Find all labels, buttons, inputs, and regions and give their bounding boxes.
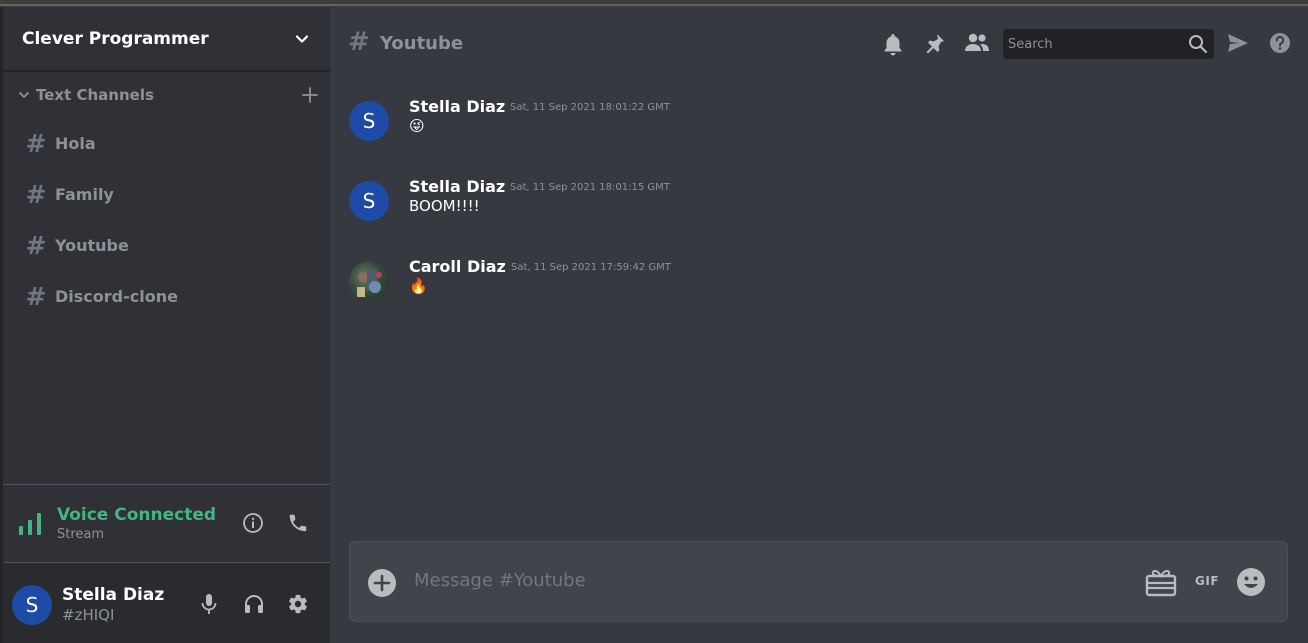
hashtag-icon: # xyxy=(25,179,47,209)
avatar[interactable]: S xyxy=(349,101,389,141)
avatar[interactable]: S xyxy=(349,181,389,221)
channel-item-youtube[interactable]: # Youtube xyxy=(25,230,129,260)
emoji-icon[interactable] xyxy=(1236,567,1266,597)
channel-item-discord-clone[interactable]: # Discord-clone xyxy=(25,281,178,311)
info-icon[interactable] xyxy=(242,512,264,534)
avatar-image xyxy=(357,269,382,297)
text-channels-header[interactable]: Text Channels xyxy=(18,82,318,108)
message-item: S Stella Diaz Sat, 11 Sep 2021 18:01:15 … xyxy=(349,177,1249,225)
avatar[interactable]: S xyxy=(12,585,52,625)
message-input[interactable] xyxy=(414,570,1114,591)
phone-icon[interactable] xyxy=(287,512,309,534)
hashtag-icon: # xyxy=(25,230,47,260)
chat-area: # Youtube Search S Stella Diaz Sat, 11 S… xyxy=(330,7,1308,643)
gear-icon[interactable] xyxy=(287,593,309,615)
message-text: BOOM!!!! xyxy=(409,197,480,215)
user-name: Stella Diaz xyxy=(62,585,165,605)
message-item: Caroll Diaz Sat, 11 Sep 2021 17:59:42 GM… xyxy=(349,257,1249,305)
server-name: Clever Programmer xyxy=(22,28,209,49)
server-header[interactable]: Clever Programmer xyxy=(3,7,330,72)
headphones-icon[interactable] xyxy=(243,593,265,615)
members-icon[interactable] xyxy=(964,32,990,54)
message-timestamp: Sat, 11 Sep 2021 17:59:42 GMT xyxy=(511,262,671,273)
voice-connected-label: Voice Connected xyxy=(57,505,217,525)
channel-title: Youtube xyxy=(380,33,464,54)
gift-icon[interactable] xyxy=(1145,567,1177,597)
channel-label: Family xyxy=(55,184,114,204)
chevron-down-icon[interactable] xyxy=(294,31,310,47)
message-timestamp: Sat, 11 Sep 2021 18:01:15 GMT xyxy=(510,182,670,193)
send-icon[interactable] xyxy=(1227,32,1249,54)
voice-channel-label: Stream xyxy=(57,527,105,542)
gif-button[interactable]: GIF xyxy=(1195,574,1219,588)
channel-item-family[interactable]: # Family xyxy=(25,179,114,209)
message-author[interactable]: Stella Diaz xyxy=(409,177,505,196)
message-text: 🔥 xyxy=(409,277,428,295)
hashtag-icon: # xyxy=(25,281,47,311)
add-attachment-icon[interactable] xyxy=(367,568,397,598)
channel-sidebar: Clever Programmer Text Channels # Hola #… xyxy=(0,7,330,643)
user-tag: #zHIQI xyxy=(62,606,115,624)
search-icon[interactable] xyxy=(1188,34,1208,54)
hashtag-icon: # xyxy=(348,27,370,57)
chevron-down-icon[interactable] xyxy=(18,89,30,101)
user-panel: S Stella Diaz #zHIQI xyxy=(3,562,330,643)
avatar-photo[interactable] xyxy=(349,261,389,301)
hashtag-icon: # xyxy=(25,128,47,158)
text-channels-title: Text Channels xyxy=(36,86,154,104)
window-top-edge xyxy=(0,0,1308,7)
bell-icon[interactable] xyxy=(882,32,904,56)
search-input[interactable] xyxy=(1008,36,1178,52)
channel-label: Discord-clone xyxy=(55,286,178,306)
signal-bars-icon xyxy=(19,513,41,535)
channel-item-hola[interactable]: # Hola xyxy=(25,128,96,158)
search-box[interactable] xyxy=(1003,29,1214,59)
voice-status-panel: Voice Connected Stream xyxy=(3,484,330,562)
message-timestamp: Sat, 11 Sep 2021 18:01:22 GMT xyxy=(510,102,670,113)
help-icon[interactable] xyxy=(1269,32,1291,54)
channel-label: Hola xyxy=(55,133,96,153)
add-channel-icon[interactable] xyxy=(302,87,318,103)
message-author[interactable]: Caroll Diaz xyxy=(409,257,506,276)
message-text: 😜 xyxy=(409,117,425,135)
pin-icon[interactable] xyxy=(924,32,946,56)
channel-label: Youtube xyxy=(55,235,129,255)
chat-header: # Youtube xyxy=(330,7,1308,73)
message-author[interactable]: Stella Diaz xyxy=(409,97,505,116)
message-item: S Stella Diaz Sat, 11 Sep 2021 18:01:22 … xyxy=(349,97,1249,145)
message-composer: GIF xyxy=(349,541,1288,622)
microphone-icon[interactable] xyxy=(199,593,219,615)
